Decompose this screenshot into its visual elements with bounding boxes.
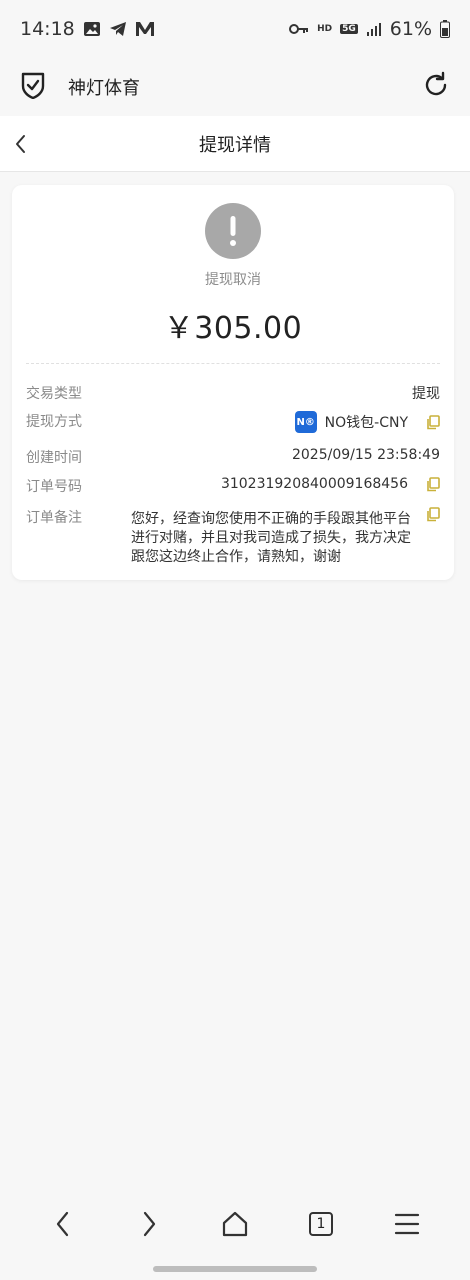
- back-arrow-icon[interactable]: [12, 132, 30, 160]
- status-bar: 14:18 HD 5G 61%: [0, 0, 470, 58]
- battery-icon: [440, 20, 450, 38]
- page-title: 提现详情: [199, 134, 271, 156]
- withdrawal-detail-card: 提现取消 ￥305.00 交易类型 提现 提现方式 N® NO钱包-CNY 创建…: [12, 185, 454, 580]
- row-label: 提现方式: [26, 414, 82, 430]
- row-transaction-type: 交易类型 提现: [26, 383, 440, 403]
- row-value: 2025/09/15 23:58:49: [292, 447, 440, 463]
- alert-exclamation-icon: [205, 203, 261, 259]
- order-note-text: 您好，经查询您使用不正确的手段跟其他平台进行对赌，并且对我司造成了损失，我方决定…: [131, 511, 411, 565]
- copy-icon[interactable]: [426, 414, 440, 430]
- m-app-icon: [135, 21, 155, 37]
- browser-bar: 神灯体育: [0, 58, 470, 116]
- dashed-divider: [26, 363, 440, 364]
- menu-icon[interactable]: [387, 1204, 427, 1244]
- row-label: 订单号码: [26, 479, 82, 495]
- shield-check-icon[interactable]: [20, 71, 46, 103]
- browser-back-icon[interactable]: [43, 1204, 83, 1244]
- row-value: [416, 507, 440, 522]
- created-time-value: 2025/09/15 23:58:49: [291, 447, 440, 463]
- home-icon[interactable]: [215, 1204, 255, 1244]
- network-type: 5G: [340, 24, 358, 34]
- no-wallet-logo-icon: N®: [294, 411, 317, 433]
- gallery-icon: [83, 21, 101, 37]
- row-created-time: 创建时间 2025/09/15 23:58:49: [26, 447, 440, 467]
- hd-indicator: HD: [317, 24, 333, 34]
- row-label: 交易类型: [26, 386, 82, 402]
- status-time: 14:18: [20, 18, 75, 40]
- copy-icon[interactable]: [426, 507, 440, 522]
- row-withdrawal-method: 提现方式 N® NO钱包-CNY: [26, 411, 440, 433]
- battery-percent: 61%: [389, 18, 432, 40]
- browser-forward-icon[interactable]: [129, 1204, 169, 1244]
- tabs-button[interactable]: 1: [301, 1204, 341, 1244]
- key-icon: [289, 23, 309, 35]
- row-label: 创建时间: [26, 450, 82, 466]
- reload-icon[interactable]: [422, 71, 450, 103]
- site-title: 神灯体育: [68, 78, 140, 99]
- row-label: 订单备注: [26, 510, 82, 526]
- order-number-value: 310231920840009168456: [220, 476, 408, 492]
- withdrawal-status: 提现取消: [205, 272, 261, 288]
- row-value: N® NO钱包-CNY: [294, 411, 440, 433]
- copy-icon[interactable]: [426, 476, 440, 492]
- row-order-number: 订单号码 310231920840009168456: [26, 476, 440, 496]
- withdrawal-method-value: NO钱包-CNY: [324, 415, 408, 431]
- page-header: 提现详情: [0, 116, 470, 172]
- bottom-navigation: 1: [0, 1192, 470, 1256]
- row-value: 310231920840009168456: [221, 476, 440, 492]
- telegram-icon: [109, 21, 127, 37]
- signal-icon: [366, 22, 382, 36]
- withdrawal-amount: ￥305.00: [163, 311, 303, 346]
- home-indicator[interactable]: [153, 1266, 317, 1272]
- tab-count: 1: [309, 1212, 333, 1236]
- row-value: 提现: [412, 383, 440, 403]
- transaction-type-value: 提现: [412, 386, 440, 402]
